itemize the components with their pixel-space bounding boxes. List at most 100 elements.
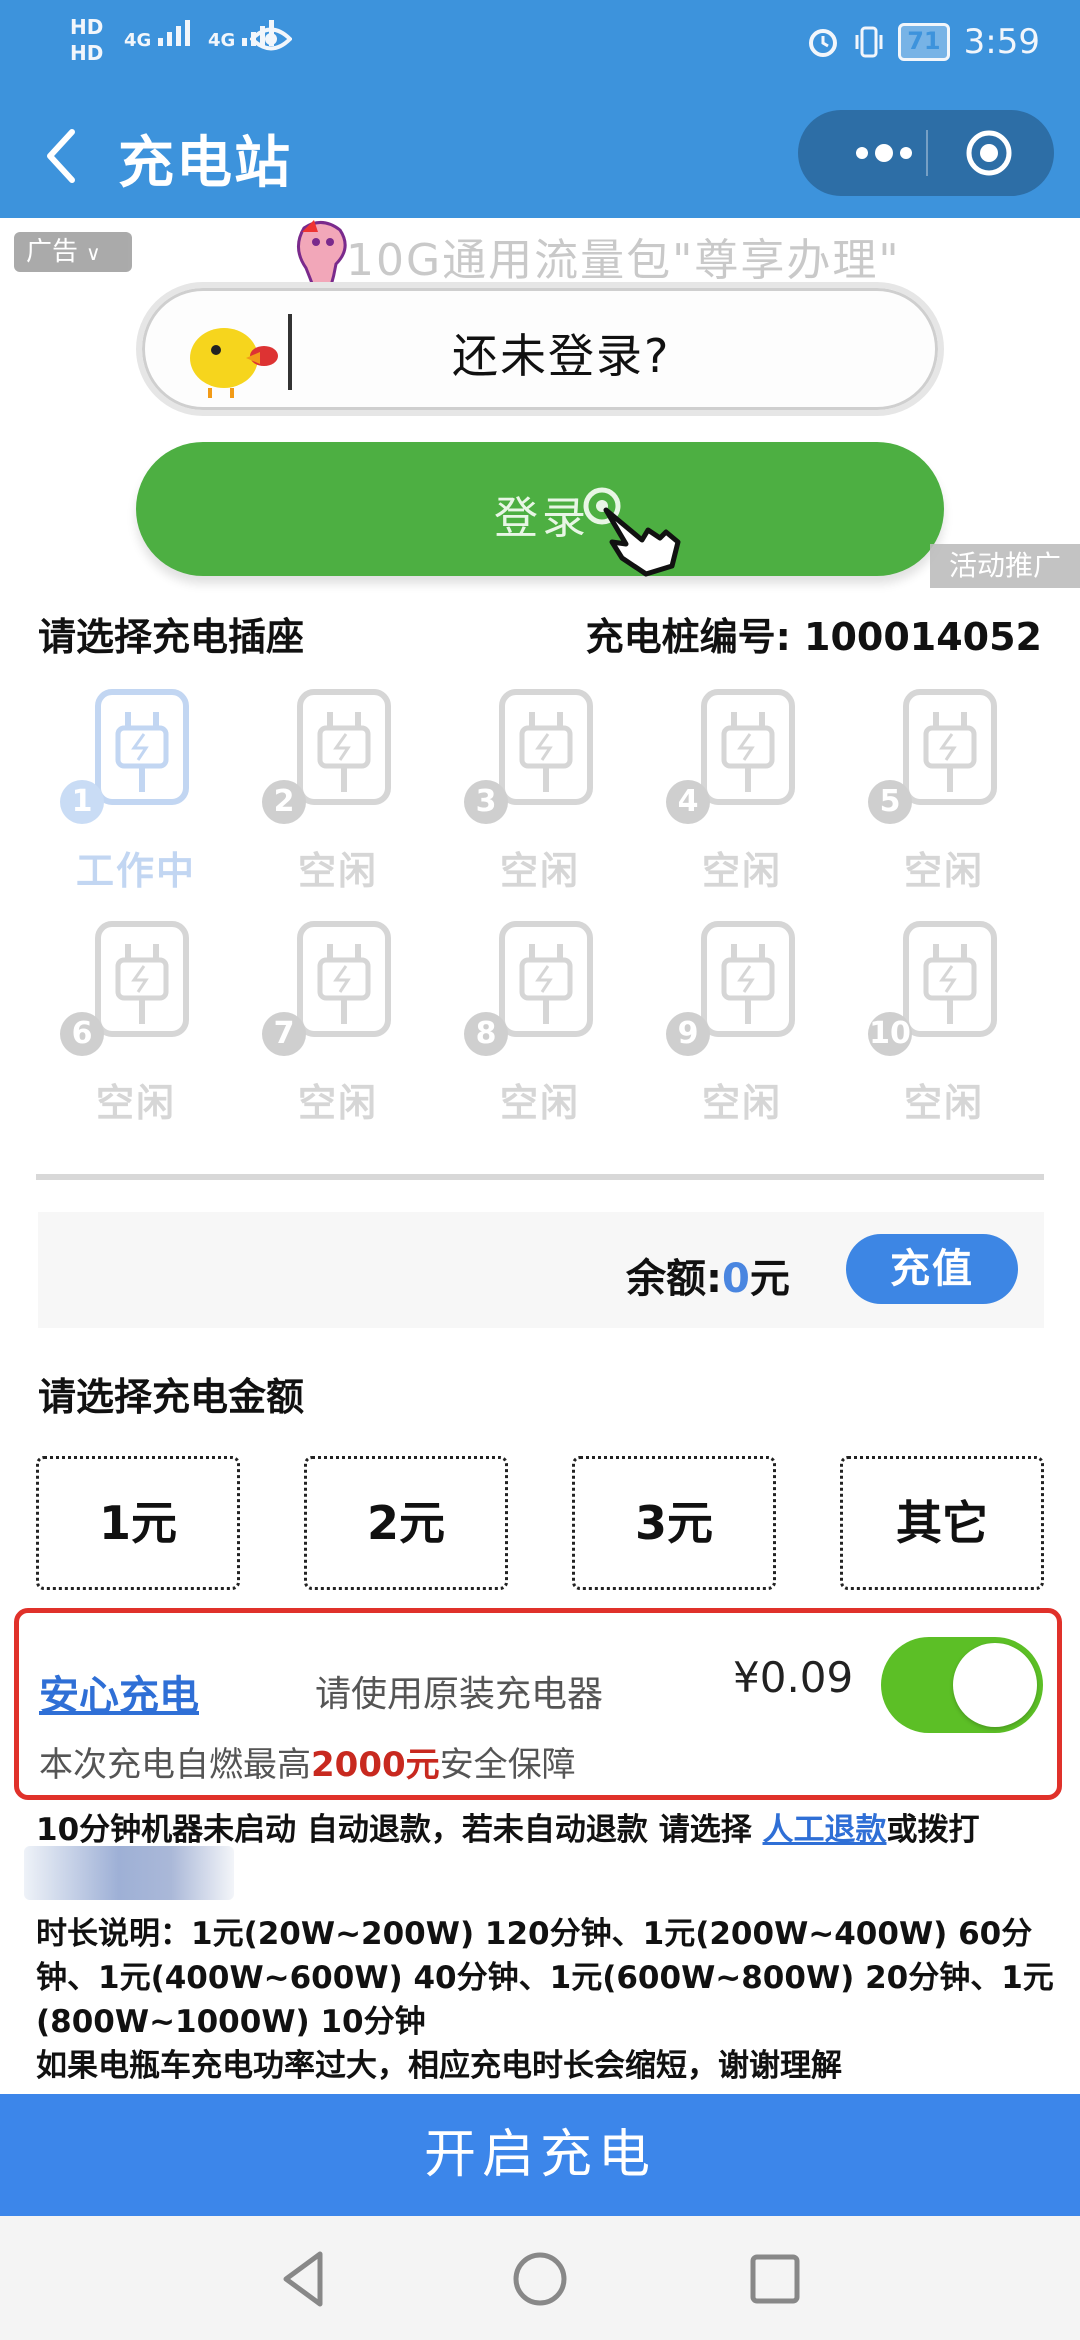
socket-9[interactable]: 9 空闲 — [642, 920, 842, 1140]
duration-note-1: 时长说明：1元(20W~200W) 120分钟、1元(200W~400W) 60… — [36, 1916, 1033, 1952]
plug-icon — [499, 921, 593, 1037]
balance-text: 余额:0元 — [626, 1246, 790, 1304]
hd-indicator: HD HD — [70, 14, 116, 66]
chick-avatar-icon — [190, 328, 278, 398]
socket-number: 4 — [666, 780, 710, 824]
safe-charge-description: 本次充电自燃最高2000元安全保障 — [39, 1737, 576, 1786]
refund-suffix: 或拨打 — [886, 1812, 980, 1848]
socket-status: 空闲 — [95, 1081, 176, 1125]
signal-bars-icon — [157, 20, 190, 46]
socket-number: 5 — [868, 780, 912, 824]
tap-hand-icon — [583, 487, 681, 577]
socket-number: 7 — [262, 1012, 306, 1056]
socket-status: 空闲 — [903, 849, 984, 893]
title-bar: 充电站 — [0, 100, 1080, 210]
signal-1: 4G — [124, 20, 192, 51]
ad-tag-label: 广告 — [26, 237, 79, 267]
login-status-card[interactable]: 还未登录? — [136, 282, 944, 416]
clock: 3:59 — [963, 22, 1040, 62]
socket-status: 空闲 — [701, 849, 782, 893]
target-circle-icon[interactable] — [964, 128, 1014, 178]
socket-3[interactable]: 3 空闲 — [440, 688, 640, 908]
socket-number: 3 — [464, 780, 508, 824]
safe-charge-panel: 安心充电 请使用原装充电器 ¥0.09 本次充电自燃最高2000元安全保障 — [14, 1608, 1062, 1800]
capsule-separator — [926, 130, 928, 176]
hd-bottom-label: HD — [70, 41, 104, 65]
login-button[interactable]: 登录 — [136, 442, 944, 577]
nav-home-icon[interactable] — [505, 2244, 575, 2314]
socket-number: 6 — [60, 1012, 104, 1056]
page-title: 充电站 — [118, 131, 292, 196]
plug-icon — [95, 921, 189, 1037]
plug-icon — [95, 689, 189, 805]
amount-option-2[interactable]: 2元 — [304, 1456, 508, 1590]
socket-8[interactable]: 8 空闲 — [440, 920, 640, 1140]
start-charging-button[interactable]: 开启充电 — [0, 2094, 1080, 2216]
socket-status: 空闲 — [499, 1081, 580, 1125]
plug-icon — [701, 921, 795, 1037]
hd-top-label: HD — [70, 15, 104, 39]
eye-icon — [250, 27, 292, 51]
redacted-phone-number — [24, 1846, 234, 1900]
nav-back-icon[interactable] — [270, 2244, 340, 2314]
safe-charge-toggle[interactable] — [881, 1637, 1043, 1733]
socket-1[interactable]: 1 工作中 — [36, 688, 236, 908]
socket-4[interactable]: 4 空闲 — [642, 688, 842, 908]
safe-charge-link[interactable]: 安心充电 — [39, 1663, 199, 1721]
socket-number: 9 — [666, 1012, 710, 1056]
plug-icon — [297, 689, 391, 805]
socket-5[interactable]: 5 空闲 — [844, 688, 1044, 908]
chevron-down-icon: ∨ — [86, 241, 101, 265]
power-note: 如果电瓶车充电功率过大，相应充电时长会缩短，谢谢理解 — [36, 2048, 842, 2084]
socket-2[interactable]: 2 空闲 — [238, 688, 438, 908]
plug-icon — [903, 921, 997, 1037]
status-right: 71 3:59 — [806, 22, 1040, 62]
duration-note-2: 钟、1元(400W~600W) 40分钟、1元(600W~800W) 20分钟、… — [36, 1960, 1054, 1996]
plug-icon — [701, 689, 795, 805]
plug-icon — [499, 689, 593, 805]
balance-value: 0 — [722, 1256, 750, 1302]
balance-panel: 余额:0元 充值 — [38, 1212, 1044, 1328]
mini-program-capsule — [798, 110, 1054, 196]
chevron-left-icon[interactable] — [42, 126, 82, 186]
amount-options: 1元 2元 3元 其它 — [36, 1456, 1046, 1590]
socket-status: 工作中 — [75, 849, 196, 893]
desc-suffix: 安全保障 — [439, 1745, 576, 1785]
desc-prefix: 本次充电自燃最高 — [39, 1745, 311, 1785]
amount-option-3[interactable]: 3元 — [572, 1456, 776, 1590]
socket-number: 10 — [868, 1012, 912, 1056]
toggle-knob — [953, 1643, 1037, 1727]
socket-status: 空闲 — [499, 849, 580, 893]
socket-status: 空闲 — [903, 1081, 984, 1125]
socket-6[interactable]: 6 空闲 — [36, 920, 236, 1140]
manual-refund-link[interactable]: 人工退款 — [763, 1812, 887, 1848]
alarm-icon — [809, 29, 838, 57]
signal-2-label: 4G — [208, 30, 236, 51]
ad-tag[interactable]: 广告 ∨ — [14, 232, 132, 272]
socket-status: 空闲 — [701, 1081, 782, 1125]
duration-note-3: (800W~1000W) 10分钟 — [36, 2004, 426, 2040]
card-divider — [288, 314, 292, 390]
section-divider — [36, 1174, 1044, 1180]
socket-number: 1 — [60, 780, 104, 824]
socket-number: 8 — [464, 1012, 508, 1056]
socket-status: 空闲 — [297, 849, 378, 893]
recharge-button[interactable]: 充值 — [846, 1234, 1018, 1304]
top-bar: HD HD 4G 4G 71 3:59 充电站 — [0, 0, 1080, 218]
socket-10[interactable]: 10 空闲 — [844, 920, 1044, 1140]
amount-option-other[interactable]: 其它 — [840, 1456, 1044, 1590]
amount-section-title: 请选择充电金额 — [38, 1375, 305, 1419]
refund-prefix: 10分钟机器未启动 自动退款，若未自动退款 请选择 — [36, 1812, 763, 1848]
nav-recent-icon[interactable] — [740, 2244, 810, 2314]
station-code-label: 充电桩编号: — [585, 615, 791, 659]
status-bar: HD HD 4G 4G 71 3:59 — [0, 0, 1080, 90]
safe-charge-hint: 请使用原装充电器 — [315, 1674, 604, 1715]
socket-7[interactable]: 7 空闲 — [238, 920, 438, 1140]
amount-option-1[interactable]: 1元 — [36, 1456, 240, 1590]
station-code-value: 100014052 — [804, 615, 1042, 659]
signal-1-label: 4G — [124, 30, 152, 51]
plug-icon — [903, 689, 997, 805]
vibrate-icon — [855, 26, 883, 58]
login-label: 登录 — [494, 493, 590, 544]
socket-section-title: 请选择充电插座 — [38, 615, 305, 659]
